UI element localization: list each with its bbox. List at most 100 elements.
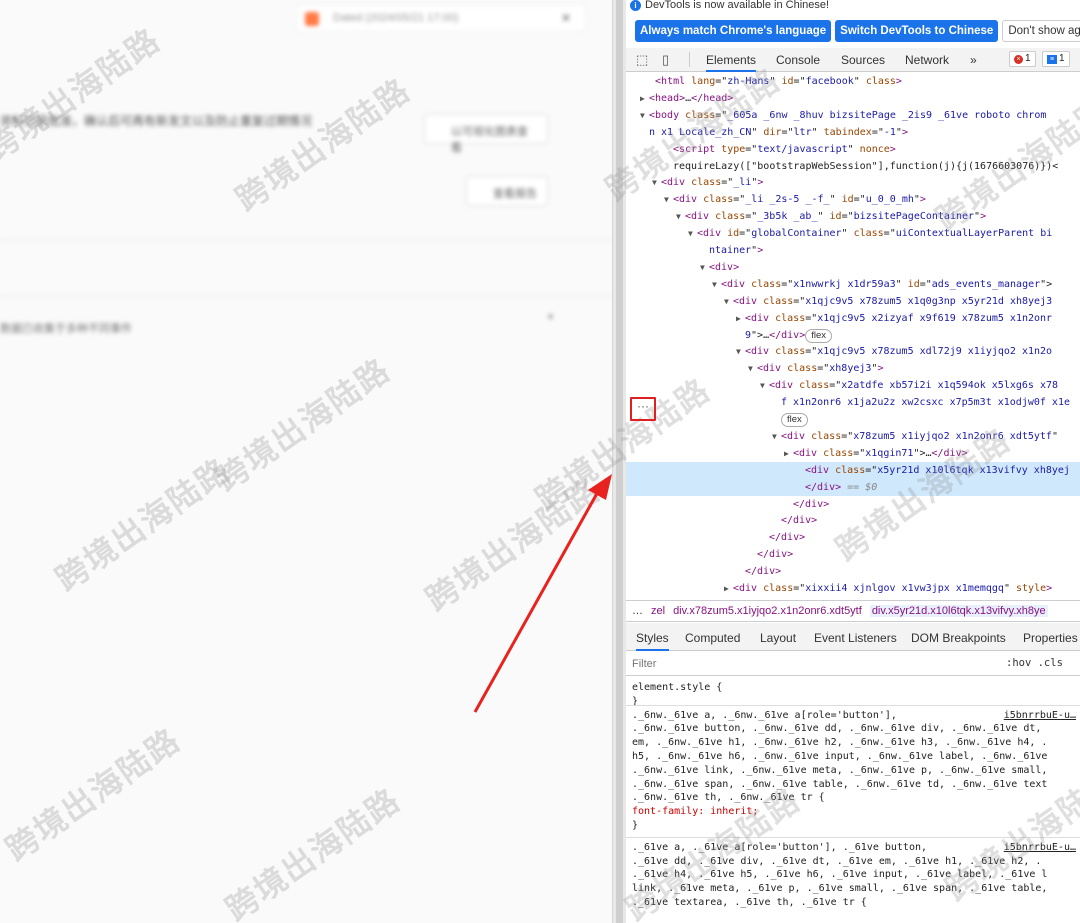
collapse-triangle-icon[interactable]: ▼ (652, 174, 661, 191)
expand-triangle-icon[interactable]: ▶ (640, 90, 649, 107)
node-actions-ellipsis[interactable]: ··· (630, 397, 656, 421)
match-chrome-language-button[interactable]: Always match Chrome's language (635, 20, 832, 42)
css-source-link[interactable]: i5bnrrbuE-u… (1003, 708, 1076, 723)
message-count-badge[interactable]: ≡ 1 (1042, 51, 1070, 67)
dom-node[interactable]: flex (626, 411, 1080, 428)
dom-node[interactable]: ▼ <div class="xh8yej3"> (626, 360, 1080, 377)
css-selector-line[interactable]: element.style { (632, 681, 1080, 695)
dom-node-selected[interactable]: <div class="x5yr21d x10l6tqk x13vifvy xh… (626, 461, 1080, 479)
tab-event-listeners[interactable]: Event Listeners (814, 631, 897, 645)
view-report-button[interactable]: 查看报告 (466, 176, 548, 206)
dom-node[interactable]: 9">…</div> flex (626, 327, 1080, 344)
close-icon[interactable]: ✕ (561, 11, 571, 25)
dom-node-selected[interactable]: </div> == $0 (626, 478, 1080, 496)
dom-node[interactable]: ▼ <div class="x1qjc9v5 x78zum5 xdl72j9 x1… (626, 343, 1080, 360)
tab-dom-breakpoints[interactable]: DOM Breakpoints (911, 631, 1006, 645)
collapse-triangle-icon[interactable]: ▼ (772, 428, 781, 445)
css-selector-line[interactable]: ._6nw._61ve a, ._6nw._61ve a[role='butto… (632, 708, 1080, 723)
styles-filter-input[interactable] (632, 656, 932, 672)
css-selector-line[interactable]: ._61ve a, ._61ve a[role='button'], ._61v… (632, 840, 1080, 855)
css-selector-line[interactable]: } (632, 819, 1080, 833)
scrollbar-thumb[interactable] (616, 0, 623, 923)
css-selector-line[interactable]: em, ._6nw._61ve h1, ._6nw._61ve h2, ._6n… (632, 736, 1080, 750)
collapse-triangle-icon[interactable]: ▼ (700, 259, 709, 276)
breadcrumb-item[interactable]: … (632, 605, 643, 617)
dom-node[interactable]: ▼ <div class="x78zum5 x1iyjqo2 x1n2onr6 x… (626, 428, 1080, 445)
tab-elements[interactable]: Elements (706, 53, 757, 72)
flex-badge[interactable]: flex (781, 413, 808, 427)
tab-layout[interactable]: Layout (760, 631, 796, 645)
css-declaration[interactable]: font-family: inherit; (632, 805, 1080, 819)
dom-node[interactable]: </div> (626, 512, 1080, 529)
collapse-triangle-icon[interactable]: ▼ (676, 208, 685, 225)
dont-show-again-button[interactable]: Don't show again (1002, 20, 1080, 42)
more-tabs-button[interactable]: » (970, 53, 977, 67)
css-selector-line[interactable]: link, ._61ve meta, ._61ve p, ._61ve smal… (632, 882, 1080, 896)
tab-network[interactable]: Network (905, 53, 949, 67)
expand-triangle-icon[interactable]: ▶ (784, 445, 793, 462)
collapse-triangle-icon[interactable]: ▼ (724, 293, 733, 310)
dom-node[interactable]: </div> (626, 563, 1080, 580)
inspect-element-icon[interactable]: ⬚ (636, 52, 648, 68)
dom-node[interactable]: ▼ <body class="_605a _6nw _8huv bizsitePa… (626, 107, 1080, 124)
collapse-triangle-icon[interactable]: ▼ (748, 360, 757, 377)
dom-node[interactable]: n x1 Locale_zh_CN" dir="ltr" tabindex="-… (626, 124, 1080, 141)
dom-node[interactable]: </div> (626, 546, 1080, 563)
css-selector-line[interactable]: h5, ._6nw._61ve h6, ._6nw._61ve input, .… (632, 750, 1080, 764)
breadcrumb-item[interactable]: zel (651, 605, 665, 617)
dom-node[interactable]: f x1n2onr6 x1ja2u2z xw2csxc x7p5m3t x1od… (626, 394, 1080, 411)
collapse-triangle-icon[interactable]: ▼ (736, 343, 745, 360)
dom-node[interactable]: requireLazy(["bootstrapWebSession"],func… (626, 158, 1080, 175)
flex-badge[interactable]: flex (805, 328, 833, 343)
dom-node[interactable]: ntainer"> (626, 242, 1080, 259)
expand-triangle-icon[interactable]: ▶ (736, 310, 745, 327)
collapse-triangle-icon[interactable]: ▼ (664, 191, 673, 208)
collapse-triangle-icon[interactable]: ▼ (640, 107, 649, 124)
view-chart-button[interactable]: 以可视化图表查看 (424, 114, 548, 154)
css-selector-line[interactable]: ._6nw._61ve span, ._6nw._61ve table, ._6… (632, 778, 1080, 792)
dom-node[interactable]: ▼ <div class="x1qjc9v5 x78zum5 x1q0g3np x… (626, 293, 1080, 310)
css-selector-line[interactable]: ._6nw._61ve link, ._6nw._61ve meta, ._6n… (632, 764, 1080, 778)
dom-node[interactable]: <html lang="zh-Hans" id="facebook" class… (626, 73, 1080, 90)
css-source-link[interactable]: i5bnrrbuE-u… (1003, 840, 1076, 855)
css-selector-line[interactable]: } (632, 695, 1080, 709)
breadcrumb-item-current[interactable]: div.x5yr21d.x10l6tqk.x13vifvy.xh8ye (869, 605, 1048, 617)
switch-to-chinese-button[interactable]: Switch DevTools to Chinese (835, 20, 999, 42)
state-class-toggles[interactable]: :hov .cls (1006, 657, 1063, 669)
dom-node[interactable]: ▼ <div class="_li"> (626, 174, 1080, 191)
dom-node[interactable]: ▶ <div class="xixxii4 xjnlgov x1vw3jpx x1… (626, 580, 1080, 597)
dom-node[interactable]: ▼ <div id="globalContainer" class="uiCont… (626, 225, 1080, 242)
tab-styles[interactable]: Styles (636, 631, 669, 651)
dom-node[interactable]: ▼ <div class="_3b5k _ab_" id="bizsitePage… (626, 208, 1080, 225)
dom-node[interactable]: ▼ <div class="x1nwwrkj x1dr59a3" id="ads_… (626, 276, 1080, 293)
collapse-triangle-icon[interactable]: ▼ (712, 276, 721, 293)
collapse-triangle-icon[interactable]: ▼ (760, 377, 769, 394)
dom-node[interactable]: ▼ <div class="x2atdfe xb57i2i x1q594ok x5… (626, 377, 1080, 394)
breadcrumb-item[interactable]: div.x78zum5.x1iyjqo2.x1n2onr6.xdt5ytf (673, 605, 862, 617)
device-toolbar-icon[interactable]: ▯ (662, 52, 669, 68)
panel-splitter[interactable] (612, 0, 626, 923)
css-selector-line[interactable]: ._61ve textarea, ._61ve th, ._61ve tr { (632, 896, 1080, 910)
dom-node[interactable]: ▶ <div class="x1qjc9v5 x2izyaf x9f619 x78… (626, 310, 1080, 327)
collapse-triangle-icon[interactable]: ▼ (688, 225, 697, 242)
expand-triangle-icon[interactable]: ▶ (724, 580, 733, 597)
tab-properties[interactable]: Properties (1023, 631, 1078, 645)
dom-token: <div (757, 363, 782, 375)
dom-node[interactable]: ▶ <div class="x1qgin71">…</div> (626, 445, 1080, 462)
error-count-badge[interactable]: × 1 (1009, 51, 1036, 67)
css-selector-line[interactable]: ._6nw._61ve th, ._6nw._61ve tr { (632, 791, 1080, 805)
dom-node[interactable]: <script type="text/javascript" nonce> (626, 141, 1080, 158)
css-selector-line[interactable]: ._61ve h4, ._61ve h5, ._61ve h6, ._61ve … (632, 868, 1080, 882)
tab-computed[interactable]: Computed (685, 631, 740, 645)
chevron-down-icon[interactable]: ▾ (548, 312, 553, 323)
tab-sources[interactable]: Sources (841, 53, 885, 67)
dom-node[interactable]: ▼ <div> (626, 259, 1080, 276)
dom-token: requireLazy(["bootstrapWebSession"],func… (673, 160, 1059, 172)
dom-node[interactable]: </div> (626, 529, 1080, 546)
dom-node[interactable]: ▶ <head>…</head> (626, 90, 1080, 107)
dom-node[interactable]: </div> (626, 496, 1080, 513)
css-selector-line[interactable]: ._61ve dd, ._61ve div, ._61ve dt, ._61ve… (632, 855, 1080, 869)
dom-node[interactable]: ▼ <div class="_li _2s-5 _-f_" id="u_0_0_m… (626, 191, 1080, 208)
css-selector-line[interactable]: ._6nw._61ve button, ._6nw._61ve dd, ._6n… (632, 722, 1080, 736)
tab-console[interactable]: Console (776, 53, 820, 67)
